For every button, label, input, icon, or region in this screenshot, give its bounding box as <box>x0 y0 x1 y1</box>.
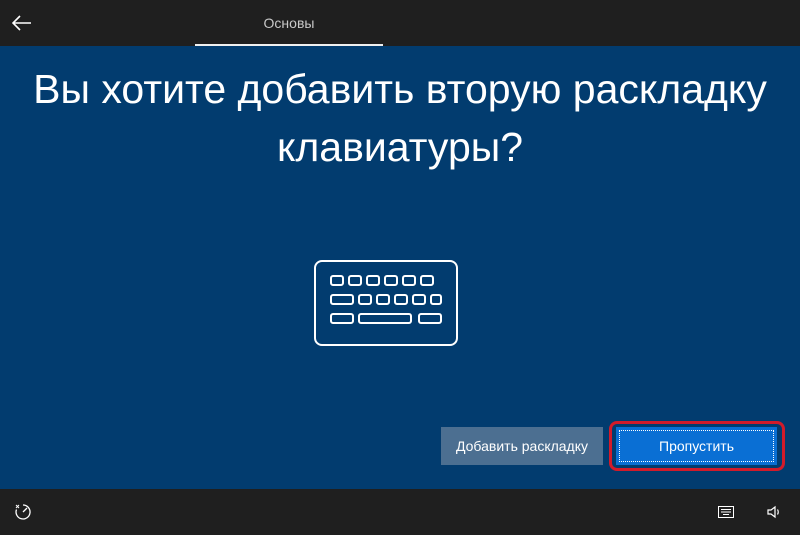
keyboard-icon <box>718 506 734 518</box>
tab-basics: Основы <box>195 0 383 46</box>
back-button[interactable] <box>8 9 36 37</box>
ease-of-access-icon <box>15 504 31 520</box>
back-arrow-icon <box>12 15 31 31</box>
page-title: Вы хотите добавить вторую раскладку клав… <box>0 60 800 176</box>
ease-of-access-button[interactable] <box>14 503 32 521</box>
on-screen-keyboard-button[interactable] <box>717 503 735 521</box>
skip-button[interactable]: Пропустить <box>616 427 777 465</box>
volume-icon <box>767 505 779 519</box>
volume-button[interactable] <box>765 503 783 521</box>
top-bar: Основы <box>0 0 800 46</box>
keyboard-icon <box>314 260 458 346</box>
main-panel: Вы хотите добавить вторую раскладку клав… <box>0 46 800 489</box>
page-title-line-1: Вы хотите добавить вторую раскладку <box>33 66 767 112</box>
tab-basics-label: Основы <box>263 15 315 31</box>
add-layout-button[interactable]: Добавить раскладку <box>441 427 603 465</box>
bottom-bar <box>0 489 800 535</box>
page-title-line-2: клавиатуры? <box>276 124 524 170</box>
